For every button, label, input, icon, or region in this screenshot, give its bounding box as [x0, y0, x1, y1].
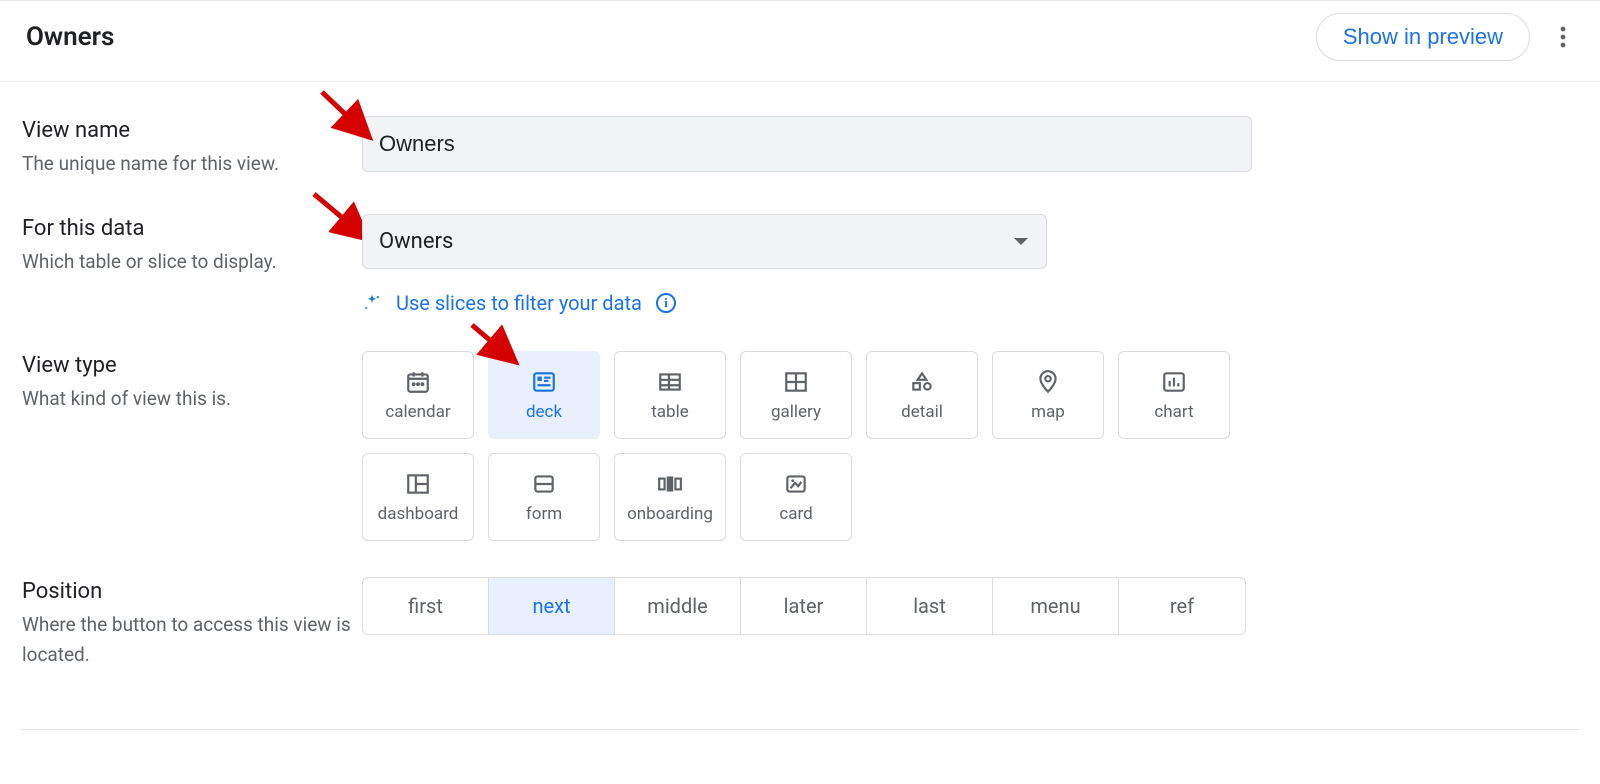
position-option-menu[interactable]: menu: [993, 578, 1119, 634]
view-type-label: map: [1031, 402, 1065, 422]
label-position: Position Where the button to access this…: [22, 577, 362, 669]
view-type-option-gallery[interactable]: gallery: [740, 351, 852, 439]
more-options-button[interactable]: [1546, 20, 1580, 54]
view-type-option-calendar[interactable]: calendar: [362, 351, 474, 439]
view-type-option-form[interactable]: form: [488, 453, 600, 541]
onboarding-icon: [656, 470, 684, 498]
view-type-option-onboarding[interactable]: onboarding: [614, 453, 726, 541]
view-type-option-card[interactable]: card: [740, 453, 852, 541]
position-option-last[interactable]: last: [867, 578, 993, 634]
view-type-label: deck: [526, 402, 562, 422]
view-type-label: chart: [1154, 402, 1193, 422]
view-type-label: gallery: [771, 402, 821, 422]
label-title: Position: [22, 579, 362, 604]
view-type-option-chart[interactable]: chart: [1118, 351, 1230, 439]
label-title: For this data: [22, 216, 362, 241]
row-for-this-data: For this data Which table or slice to di…: [22, 214, 1578, 315]
label-desc: What kind of view this is.: [22, 384, 362, 413]
info-icon[interactable]: i: [656, 293, 676, 313]
view-type-option-dashboard[interactable]: dashboard: [362, 453, 474, 541]
card-icon: [782, 470, 810, 498]
view-type-label: onboarding: [627, 504, 713, 524]
use-slices-link[interactable]: Use slices to filter your data: [396, 291, 642, 315]
position-option-later[interactable]: later: [741, 578, 867, 634]
header-bar: Owners Show in preview: [0, 0, 1600, 82]
position-option-next[interactable]: next: [489, 578, 615, 634]
field-view-name: [362, 116, 1578, 172]
header-actions: Show in preview: [1316, 13, 1580, 61]
view-type-label: dashboard: [378, 504, 459, 524]
view-type-label: form: [526, 504, 562, 524]
position-option-middle[interactable]: middle: [615, 578, 741, 634]
view-type-label: detail: [901, 402, 943, 422]
label-title: View name: [22, 118, 362, 143]
field-position: firstnextmiddlelaterlastmenuref: [362, 577, 1578, 635]
map-icon: [1034, 368, 1062, 396]
page-title: Owners: [26, 22, 114, 52]
position-option-first[interactable]: first: [363, 578, 489, 634]
view-type-label: table: [651, 402, 689, 422]
field-view-type: calendar deck table gallery detail map chart da…: [362, 351, 1578, 541]
label-title: View type: [22, 353, 362, 378]
view-type-option-table[interactable]: table: [614, 351, 726, 439]
view-name-input[interactable]: [362, 116, 1252, 172]
label-view-type: View type What kind of view this is.: [22, 351, 362, 413]
bottom-divider: [22, 729, 1578, 730]
show-in-preview-button[interactable]: Show in preview: [1316, 13, 1530, 61]
table-icon: [656, 368, 684, 396]
view-type-option-map[interactable]: map: [992, 351, 1104, 439]
row-view-name: View name The unique name for this view.: [22, 116, 1578, 178]
sparkle-icon: [362, 293, 382, 313]
gallery-icon: [782, 368, 810, 396]
content-area: View name The unique name for this view.…: [0, 82, 1600, 719]
position-option-ref[interactable]: ref: [1119, 578, 1245, 634]
deck-icon: [530, 368, 558, 396]
view-type-label: card: [779, 504, 812, 524]
form-icon: [530, 470, 558, 498]
dashboard-icon: [404, 470, 432, 498]
view-type-option-deck[interactable]: deck: [488, 351, 600, 439]
label-desc: Where the button to access this view is …: [22, 610, 362, 669]
field-for-this-data: Owners Use slices to filter your data i: [362, 214, 1578, 315]
view-type-label: calendar: [385, 402, 450, 422]
label-for-this-data: For this data Which table or slice to di…: [22, 214, 362, 276]
more-vertical-icon: [1560, 25, 1566, 49]
slice-link-row: Use slices to filter your data i: [362, 291, 1578, 315]
label-view-name: View name The unique name for this view.: [22, 116, 362, 178]
label-desc: Which table or slice to display.: [22, 247, 362, 276]
detail-icon: [908, 368, 936, 396]
row-view-type: View type What kind of view this is. cal…: [22, 351, 1578, 541]
for-this-data-select[interactable]: Owners: [362, 214, 1047, 269]
calendar-icon: [404, 368, 432, 396]
chart-icon: [1160, 368, 1188, 396]
view-type-option-detail[interactable]: detail: [866, 351, 978, 439]
label-desc: The unique name for this view.: [22, 149, 362, 178]
row-position: Position Where the button to access this…: [22, 577, 1578, 669]
